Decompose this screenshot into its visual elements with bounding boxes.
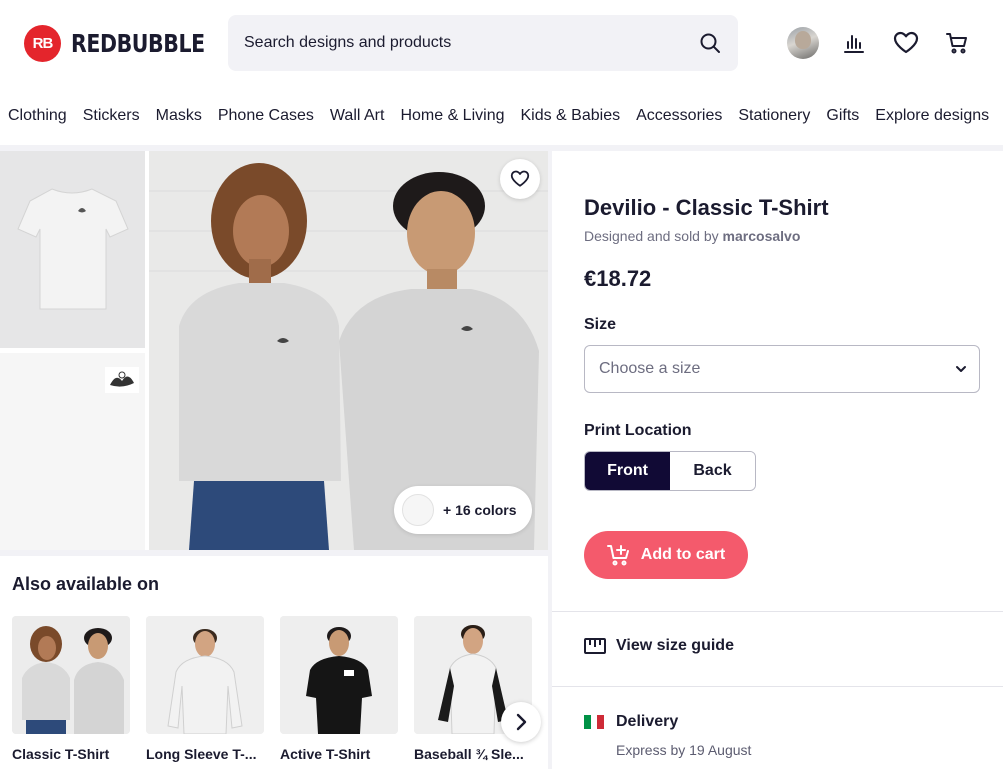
nav-item-phone-cases[interactable]: Phone Cases: [218, 104, 314, 130]
print-location-toggle: Front Back: [584, 451, 756, 491]
thumbnail-design[interactable]: [0, 353, 145, 550]
view-size-guide-link[interactable]: View size guide: [584, 637, 734, 655]
print-back-button[interactable]: Back: [670, 452, 755, 490]
size-label: Size: [584, 316, 617, 333]
avatar[interactable]: [787, 27, 819, 59]
section-divider: [552, 686, 1003, 687]
delivery-estimate: Express by 19 August: [616, 742, 752, 758]
sold-by: Designed and sold by marcosalvo: [584, 228, 800, 244]
product-thumbnail: [12, 616, 130, 734]
redbubble-logo[interactable]: RB REDBUBBLE: [24, 25, 234, 62]
delivery-row: Delivery: [584, 713, 678, 731]
colors-count-label: + 16 colors: [443, 502, 517, 518]
chevron-down-icon: [956, 366, 966, 372]
nav-item-wall-art[interactable]: Wall Art: [330, 104, 385, 130]
also-card-long-sleeve[interactable]: Long Sleeve T-...: [146, 616, 264, 762]
site-header: RB REDBUBBLE Search designs and products: [0, 0, 1003, 88]
size-guide-label: View size guide: [616, 637, 734, 654]
italy-flag-icon: [584, 715, 605, 729]
also-card-classic-tshirt[interactable]: Classic T-Shirt: [12, 616, 130, 762]
heart-icon[interactable]: [891, 28, 921, 58]
nav-item-gifts[interactable]: Gifts: [826, 104, 859, 130]
color-swatch: [402, 494, 434, 526]
add-to-cart-icon: [606, 545, 629, 566]
seller-link[interactable]: marcosalvo: [723, 228, 801, 244]
also-card-active-tshirt[interactable]: Active T-Shirt: [280, 616, 398, 762]
nav-item-stationery[interactable]: Stationery: [738, 104, 810, 130]
tshirt-thumbnail-image: [0, 151, 145, 348]
gallery-divider: [0, 550, 548, 556]
thumbnail-tshirt[interactable]: [0, 151, 145, 348]
cart-icon[interactable]: [942, 28, 972, 58]
nav-item-kids-babies[interactable]: Kids & Babies: [520, 104, 620, 130]
search-bar[interactable]: Search designs and products: [228, 15, 738, 71]
chevron-right-icon: [516, 713, 527, 731]
nav-item-stickers[interactable]: Stickers: [83, 104, 140, 130]
nav-item-accessories[interactable]: Accessories: [636, 104, 722, 130]
size-select-value: Choose a size: [599, 360, 701, 377]
also-card-label: Classic T-Shirt: [12, 746, 110, 762]
product-title: Devilio - Classic T-Shirt: [584, 195, 829, 220]
section-divider: [552, 611, 1003, 612]
product-thumbnail: [146, 616, 264, 734]
logo-wordmark: REDBUBBLE: [71, 29, 205, 58]
add-to-cart-button[interactable]: Add to cart: [584, 531, 748, 579]
nav-item-explore-designs[interactable]: Explore designs: [875, 104, 989, 130]
search-input[interactable]: Search designs and products: [244, 34, 698, 52]
column-divider: [548, 151, 552, 769]
category-nav: Clothing Stickers Masks Phone Cases Wall…: [0, 104, 1003, 130]
print-front-button[interactable]: Front: [585, 452, 670, 490]
favorite-button[interactable]: [500, 159, 540, 199]
product-price: €18.72: [584, 266, 652, 291]
size-select[interactable]: Choose a size: [584, 345, 980, 393]
logo-mark: RB: [24, 25, 61, 62]
product-thumbnail: [280, 616, 398, 734]
carousel-next-button[interactable]: [501, 702, 541, 742]
nav-item-home-living[interactable]: Home & Living: [400, 104, 504, 130]
also-available-title: Also available on: [12, 574, 160, 594]
sold-by-prefix: Designed and sold by: [584, 228, 723, 244]
also-card-label: Long Sleeve T-...: [146, 746, 257, 762]
nav-item-clothing[interactable]: Clothing: [8, 104, 67, 130]
ruler-icon: [584, 638, 606, 654]
colors-selector[interactable]: + 16 colors: [394, 486, 532, 534]
print-location-label: Print Location: [584, 422, 692, 439]
heart-icon: [510, 170, 530, 187]
also-card-label: Baseball ¾ Sle...: [414, 746, 524, 762]
delivery-label: Delivery: [616, 713, 679, 730]
add-to-cart-label: Add to cart: [640, 546, 726, 563]
search-icon[interactable]: [698, 31, 722, 55]
chart-icon[interactable]: [839, 28, 869, 58]
also-card-label: Active T-Shirt: [280, 746, 371, 762]
nav-item-masks[interactable]: Masks: [156, 104, 202, 130]
design-thumbnail-image: [0, 353, 145, 550]
